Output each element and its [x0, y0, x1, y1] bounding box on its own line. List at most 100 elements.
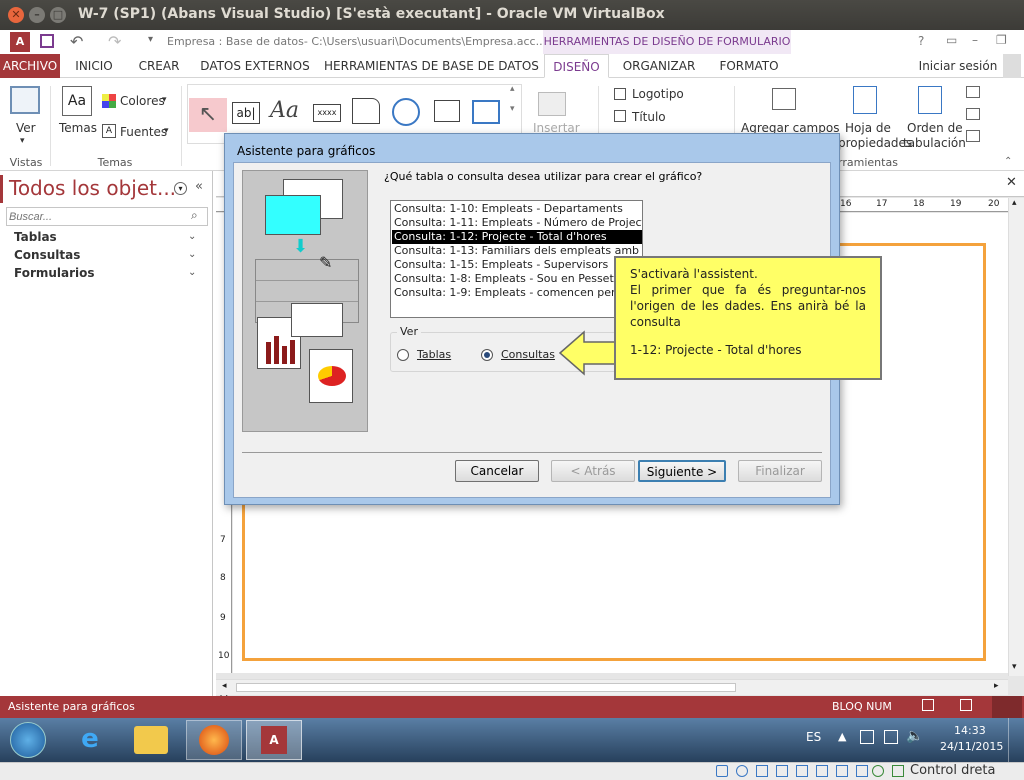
convert-macros-icon[interactable] [966, 130, 980, 142]
temas-button[interactable]: Temas [59, 121, 97, 135]
list-item[interactable]: Consulta: 1-15: Empleats - Supervisors [392, 258, 642, 272]
cpu-icon[interactable] [856, 765, 868, 777]
restore-app-icon[interactable]: ❐ [996, 33, 1007, 47]
scroll-down-icon[interactable]: ▾ [1012, 662, 1017, 672]
video-capture-icon[interactable] [836, 765, 848, 777]
insert-image-icon[interactable] [538, 92, 566, 116]
tab-organizar[interactable]: ORGANIZAR [616, 54, 702, 78]
chevron-down-icon[interactable]: ▾ [164, 126, 169, 136]
tab-herramientas-bd[interactable]: HERRAMIENTAS DE BASE DE DATOS [324, 54, 539, 78]
search-input[interactable] [9, 209, 179, 224]
layout-view-icon[interactable] [960, 699, 972, 711]
list-item[interactable]: Consulta: 1-13: Familiars dels empleats … [392, 244, 642, 258]
minimize-app-icon[interactable]: – [972, 33, 978, 47]
orden-label-2[interactable]: tabulación [903, 136, 966, 150]
next-button[interactable]: Siguiente > [638, 460, 726, 482]
signin-link[interactable]: Iniciar sesión [918, 54, 998, 78]
list-item[interactable]: Consulta: 1-8: Empleats - Sou en Pessete… [392, 272, 642, 286]
minimize-window-button[interactable]: – [29, 7, 45, 23]
expand-icon[interactable]: ⌄ [188, 267, 196, 278]
ver-button[interactable]: Ver [16, 121, 36, 135]
file-explorer-icon[interactable] [134, 726, 168, 754]
tab-crear[interactable]: CREAR [130, 54, 188, 78]
close-window-button[interactable]: ✕ [8, 7, 24, 23]
tab-diseno[interactable]: DISEÑO [544, 54, 609, 78]
collapse-nav-icon[interactable]: « [195, 179, 203, 194]
usb-icon[interactable] [756, 765, 768, 777]
label-control-icon[interactable]: Aa [270, 98, 299, 123]
hoja-label-2[interactable]: propiedades [838, 136, 912, 150]
consultas-radio-label[interactable]: Consultas [501, 348, 555, 361]
tab-control-icon[interactable] [352, 98, 380, 124]
cancel-button[interactable]: Cancelar [455, 460, 539, 482]
network-adapter-icon[interactable] [816, 765, 828, 777]
customize-qat-icon[interactable]: ▾ [148, 34, 153, 45]
search-icon[interactable]: ⌕ [191, 208, 198, 223]
tablas-radio[interactable] [397, 349, 409, 361]
subform-icon[interactable] [966, 86, 980, 98]
language-indicator[interactable]: ES [806, 730, 821, 744]
start-button[interactable] [10, 722, 46, 758]
back-button[interactable]: < Atrás [551, 460, 635, 482]
close-document-icon[interactable]: ✕ [1006, 175, 1017, 190]
access-task[interactable]: A [246, 720, 302, 760]
web-browser-icon[interactable] [434, 100, 460, 122]
logotipo-button[interactable]: Logotipo [632, 87, 684, 101]
tablas-radio-label[interactable]: Tablas [417, 348, 451, 361]
shared-folders-icon[interactable] [776, 765, 788, 777]
scroll-left-icon[interactable]: ◂ [222, 681, 227, 691]
network-icon[interactable] [884, 730, 898, 744]
titulo-button[interactable]: Título [632, 110, 666, 124]
nav-menu-icon[interactable]: ▾ [174, 182, 187, 195]
nav-category-tablas[interactable]: Tablas [14, 230, 57, 244]
list-item[interactable]: Consulta: 1-9: Empleats - comencen per G [392, 286, 642, 300]
list-item[interactable]: Consulta: 1-11: Empleats - Número de Pro… [392, 216, 642, 230]
help-icon[interactable]: ? [918, 34, 924, 48]
form-view-icon[interactable] [922, 699, 934, 711]
internet-explorer-icon[interactable]: e [72, 724, 108, 756]
colores-button[interactable]: Colores [120, 94, 165, 108]
clock-time[interactable]: 14:33 [954, 724, 986, 737]
save-icon[interactable] [40, 34, 54, 48]
hyperlink-icon[interactable] [392, 98, 420, 126]
consultas-radio[interactable] [481, 349, 493, 361]
fuentes-button[interactable]: Fuentes [120, 125, 167, 139]
expand-icon[interactable]: ⌄ [188, 231, 196, 242]
action-center-icon[interactable] [860, 730, 874, 744]
button-control-icon[interactable]: xxxx [313, 104, 341, 122]
chevron-down-icon[interactable]: ▾ [20, 136, 25, 146]
design-view-icon[interactable] [992, 696, 1022, 718]
tab-formato[interactable]: FORMATO [710, 54, 788, 78]
tab-inicio[interactable]: INICIO [66, 54, 122, 78]
redo-icon[interactable]: ↷ [108, 32, 121, 51]
tab-archivo[interactable]: ARCHIVO [0, 54, 60, 78]
textbox-control-icon[interactable]: ab| [232, 102, 260, 124]
list-item-selected[interactable]: Consulta: 1-12: Projecte - Total d'hores [392, 230, 642, 244]
undo-icon[interactable]: ↶ [70, 32, 83, 51]
hoja-label-1[interactable]: Hoja de [845, 121, 891, 135]
maximize-window-button[interactable]: □ [50, 7, 66, 23]
list-item[interactable]: Consulta: 1-10: Empleats - Departaments [392, 202, 642, 216]
display-icon[interactable] [796, 765, 808, 777]
vertical-scrollbar[interactable]: ▴ ▾ [1008, 198, 1024, 676]
chevron-down-icon[interactable]: ▾ [162, 95, 167, 105]
nav-title[interactable]: Todos los objet... [9, 176, 176, 200]
code-icon[interactable] [966, 108, 980, 120]
ribbon-display-icon[interactable]: ▭ [946, 33, 957, 47]
select-pointer-icon[interactable]: ↖ [189, 98, 227, 132]
optical-drive-icon[interactable] [736, 765, 748, 777]
mouse-integration-icon[interactable] [872, 765, 884, 777]
show-desktop-button[interactable] [1008, 718, 1024, 762]
hard-disk-icon[interactable] [716, 765, 728, 777]
tab-datos-externos[interactable]: DATOS EXTERNOS [196, 54, 314, 78]
scroll-thumb[interactable] [236, 683, 736, 692]
navigation-control-icon[interactable] [472, 100, 500, 124]
finish-button[interactable]: Finalizar [738, 460, 822, 482]
nav-category-consultas[interactable]: Consultas [14, 248, 80, 262]
horizontal-scrollbar[interactable]: ◂ ▸ [216, 679, 1008, 695]
volume-icon[interactable]: 🔈 [906, 728, 923, 744]
keyboard-capture-icon[interactable] [892, 765, 904, 777]
collapse-ribbon-icon[interactable]: ⌃ [1004, 156, 1012, 167]
nav-category-formularios[interactable]: Formularios [14, 266, 95, 280]
expand-icon[interactable]: ⌄ [188, 249, 196, 260]
